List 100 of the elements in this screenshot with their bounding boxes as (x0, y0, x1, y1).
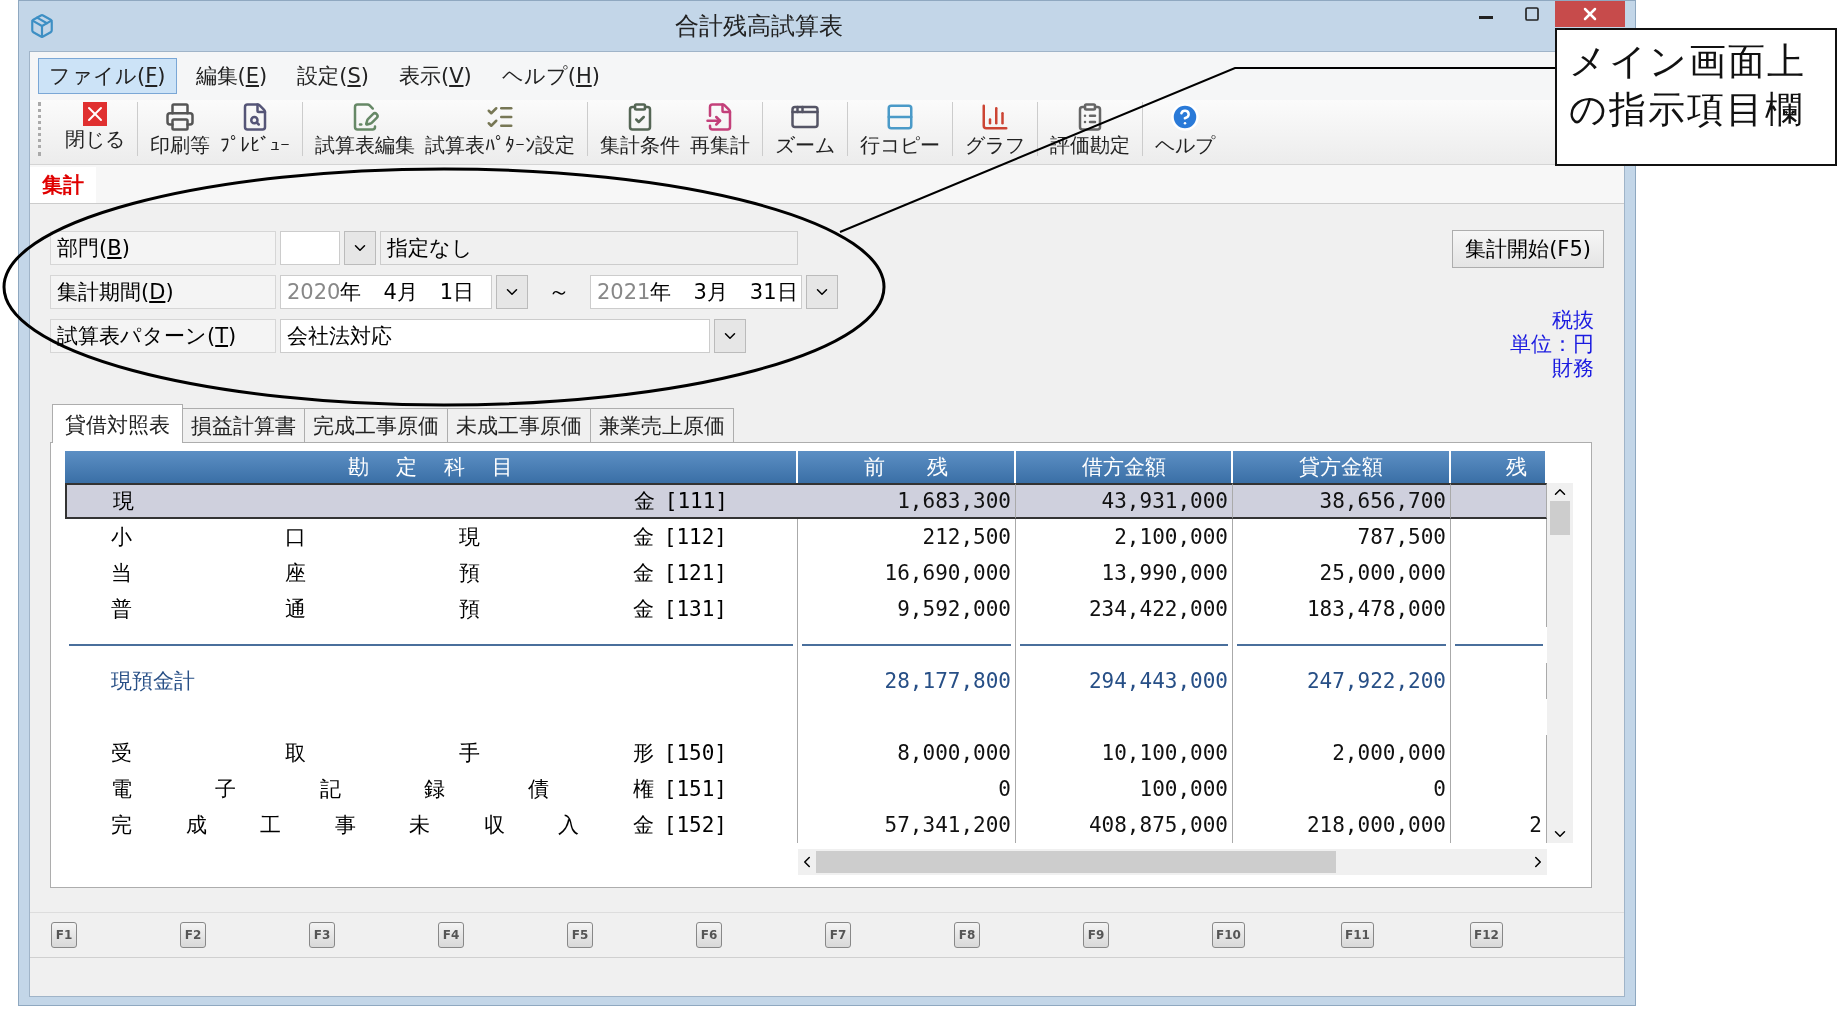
start-button[interactable]: 集計開始(F5) (1452, 230, 1604, 268)
field-label: 集計期間(D) (50, 275, 276, 309)
account-name-character: 記 (319, 776, 341, 803)
account-name-character: 子 (215, 776, 237, 803)
column-header: 貸方金額 (1233, 451, 1451, 483)
function-key[interactable]: F2 (180, 922, 206, 948)
date-field[interactable]: 2020年 4月 1日 (280, 275, 492, 309)
field-label: 試算表パターン(T) (50, 319, 276, 353)
function-key[interactable]: F3 (309, 922, 335, 948)
account-name-character: 形 (632, 740, 654, 767)
function-key[interactable]: F6 (696, 922, 722, 948)
callout-text: メイン画面上の指示項目欄 (1569, 39, 1807, 133)
toolbar-button[interactable]: ズーム (773, 102, 837, 156)
function-key[interactable]: F12 (1470, 922, 1503, 948)
amount-cell: 0 (798, 771, 1016, 807)
amount-cell: 294,443,000 (1016, 663, 1233, 699)
toolbar-button[interactable]: 行コピー (858, 102, 942, 156)
menu-item[interactable]: 編集(E) (184, 58, 279, 94)
account-code: [121] (663, 561, 727, 585)
horizontal-scrollbar[interactable] (798, 849, 1547, 875)
rows-icon (885, 102, 915, 132)
date-field[interactable]: 2021年 3月 31日 (590, 275, 802, 309)
account-name-character: 金 (632, 560, 654, 587)
amount-cell: 9,592,000 (798, 591, 1016, 627)
dropdown-button[interactable] (496, 275, 528, 309)
function-key[interactable]: F11 (1341, 922, 1374, 948)
account-name-character: 成 (185, 812, 207, 839)
menu-item[interactable]: ファイル(F) (38, 58, 177, 94)
account-name-character: 小 (111, 524, 132, 551)
account-name-character: 入 (558, 812, 580, 839)
amount-cell: 408,875,000 (1016, 807, 1233, 843)
subtotal-label: 現預金計 (111, 668, 195, 695)
function-key[interactable]: F9 (1083, 922, 1109, 948)
amount-cell: 0 (1233, 771, 1451, 807)
function-key[interactable]: F1 (51, 922, 77, 948)
amount-cell: 13,990,000 (1016, 555, 1233, 591)
account-name-character: 債 (528, 776, 550, 803)
account-cell[interactable]: 電 子 記 録 債 権 [151] (65, 771, 798, 807)
toolbar-button[interactable]: 再集計 (688, 102, 752, 156)
function-key[interactable]: F8 (954, 922, 980, 948)
amount-cell: 25,000,000 (1233, 555, 1451, 591)
amount-cell: 212,500 (798, 519, 1016, 555)
amount-cell: 1,683,300 (798, 483, 1016, 519)
info-text: 財務 (1552, 356, 1594, 380)
account-name-character: 現 (113, 488, 134, 515)
toolbar-button[interactable]: 集計条件 (598, 102, 682, 156)
column-header: 借方金額 (1016, 451, 1233, 483)
account-cell[interactable]: 現 金 [111] (65, 483, 798, 519)
account-cell[interactable]: 小 口 現 金 [112] (65, 519, 798, 555)
toolbar-button[interactable]: 印刷等 (148, 102, 212, 156)
tab[interactable]: 兼業売上原価 (590, 408, 734, 443)
toolbar-button[interactable]: 試算表ﾊﾟﾀｰﾝ設定 (423, 102, 577, 156)
function-key[interactable]: F10 (1212, 922, 1245, 948)
function-key[interactable]: F7 (825, 922, 851, 948)
function-key[interactable]: F5 (567, 922, 593, 948)
toolbar-button[interactable]: ヘルプ (1153, 102, 1217, 156)
account-name-character: 金 (632, 524, 654, 551)
department-code-field[interactable] (280, 231, 340, 265)
account-code: [131] (663, 597, 727, 621)
amount-cell: 234,422,000 (1016, 591, 1233, 627)
scrollbar-thumb (1550, 501, 1570, 535)
account-code: [150] (663, 741, 727, 765)
info-text: 単位：円 (1510, 332, 1594, 356)
account-name-character: 未 (409, 812, 431, 839)
account-name-character: 取 (284, 740, 306, 767)
app-icon (29, 13, 55, 39)
account-name-character: 通 (284, 596, 306, 623)
dropdown-button[interactable] (344, 231, 376, 265)
account-name-character: 手 (458, 740, 480, 767)
account-name-character: 金 (632, 812, 654, 839)
vertical-scrollbar[interactable] (1547, 483, 1573, 843)
dropdown-button[interactable] (806, 275, 838, 309)
toolbar-button[interactable]: グラフ (963, 102, 1027, 156)
account-cell[interactable]: 完 成 工 事 未 収 入 金 [152] (65, 807, 798, 843)
minimize-icon (1479, 15, 1493, 19)
account-name-character: 収 (483, 812, 505, 839)
account-name-character: 金 (632, 596, 654, 623)
range-separator: ～ (547, 278, 571, 306)
amount-cell: 218,000,000 (1233, 807, 1451, 843)
account-cell[interactable]: 受 取 手 形 [150] (65, 735, 798, 771)
section-tab[interactable]: 集計 (30, 167, 96, 203)
menu-item[interactable]: 設定(S) (286, 58, 380, 94)
menu-item[interactable]: ヘルプ(H) (490, 58, 611, 94)
toolbar-button[interactable]: 閉じる (63, 102, 127, 156)
account-cell[interactable]: 普 通 預 金 [131] (65, 591, 798, 627)
account-name-character: 当 (111, 560, 132, 587)
tab[interactable]: 貸借対照表 (52, 404, 183, 443)
amount-cell: 28,177,800 (798, 663, 1016, 699)
menu-item[interactable]: 表示(V) (387, 58, 483, 94)
function-key[interactable]: F4 (438, 922, 464, 948)
toolbar-button[interactable]: ﾌﾟﾚﾋﾞｭｰ (218, 102, 292, 156)
bar-chart-icon (980, 102, 1010, 132)
amount-cell: 787,500 (1233, 519, 1451, 555)
account-name-character: 電 (111, 776, 132, 803)
account-cell[interactable]: 当 座 預 金 [121] (65, 555, 798, 591)
pattern-select[interactable]: 会社法対応 (280, 319, 710, 353)
toolbar-button[interactable]: 試算表編集 (313, 102, 417, 156)
dropdown-button[interactable] (714, 319, 746, 353)
account-code: [112] (663, 525, 727, 549)
close-button[interactable] (1555, 1, 1625, 27)
